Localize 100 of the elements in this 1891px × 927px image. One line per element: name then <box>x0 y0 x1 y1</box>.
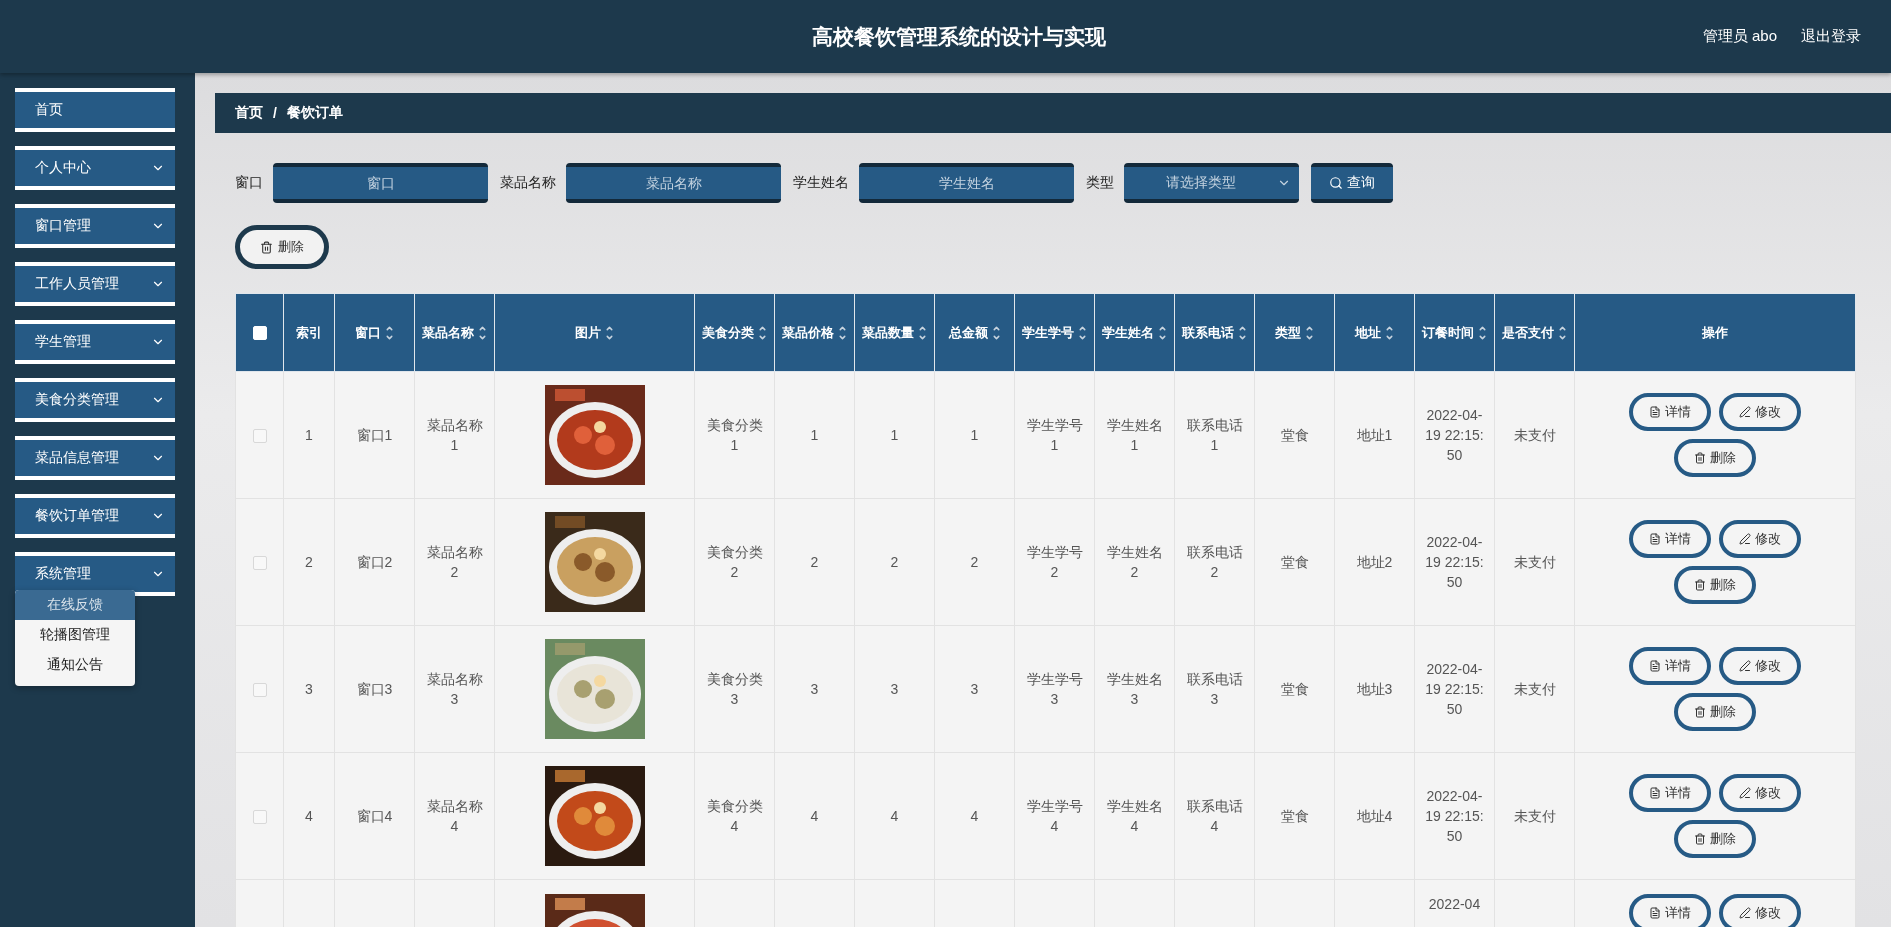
document-icon <box>1649 406 1661 418</box>
table-cell: 窗口1 <box>356 427 393 443</box>
pen-icon <box>1739 660 1751 672</box>
edit-button[interactable]: 修改 <box>1719 393 1801 431</box>
delete-button[interactable]: 删除 <box>235 225 329 269</box>
trash-icon <box>1694 833 1706 845</box>
column-header: 菜品名称 <box>422 323 474 342</box>
column-header: 总金额 <box>948 323 988 342</box>
column-header: 联系电话 <box>1182 323 1234 342</box>
table-cell: 未支付 <box>1513 808 1556 824</box>
breadcrumb-link[interactable]: 首页 <box>235 104 263 122</box>
sidebar-item[interactable]: 工作人员管理 <box>15 262 175 306</box>
pen-icon <box>1739 787 1751 799</box>
table-cell: 学生姓名1 <box>1106 417 1163 453</box>
table-cell: 3 <box>810 681 819 697</box>
table-cell: 学生姓名2 <box>1106 544 1163 580</box>
table-cell: 学生学号2 <box>1026 544 1083 580</box>
column-header: 是否支付 <box>1502 323 1554 342</box>
delete-button[interactable]: 删除 <box>1674 693 1756 731</box>
search-button[interactable]: 查询 <box>1311 163 1393 203</box>
column-header: 操作 <box>1702 323 1728 342</box>
row-checkbox[interactable] <box>252 683 267 698</box>
logout-link[interactable]: 退出登录 <box>1801 27 1861 46</box>
table-cell: 美食分类4 <box>706 798 763 834</box>
sidebar-item[interactable]: 系统管理 <box>15 552 175 596</box>
column-header: 类型 <box>1275 323 1301 342</box>
table-cell: 堂食 <box>1280 808 1309 824</box>
edit-button[interactable]: 修改 <box>1719 520 1801 558</box>
type-select[interactable]: 请选择类型 <box>1124 163 1299 203</box>
submenu-item[interactable]: 在线反馈 <box>15 590 135 620</box>
table-cell: 2 <box>970 554 979 570</box>
table-cell: 菜品名称4 <box>426 798 483 834</box>
sidebar-item[interactable]: 学生管理 <box>15 320 175 364</box>
column-header: 美食分类 <box>702 323 754 342</box>
table-cell: 菜品名称1 <box>426 417 483 453</box>
pen-icon <box>1739 907 1751 919</box>
delete-button[interactable]: 删除 <box>1674 439 1756 477</box>
app-title: 高校餐饮管理系统的设计与实现 <box>811 23 1108 50</box>
select-all-checkbox[interactable] <box>252 326 267 341</box>
table-cell: 地址1 <box>1356 427 1393 443</box>
submenu-item[interactable]: 通知公告 <box>15 650 135 680</box>
sidebar-item[interactable]: 窗口管理 <box>15 204 175 248</box>
table-cell: 学生学号4 <box>1026 798 1083 834</box>
trash-icon <box>1694 579 1706 591</box>
table-cell: 1 <box>305 427 313 443</box>
user-label: 管理员 abo <box>1702 27 1777 46</box>
breadcrumb-link[interactable]: 餐饮订单 <box>286 104 343 122</box>
filter-field[interactable]: 窗口 <box>273 163 488 203</box>
sidebar-item[interactable]: 餐饮订单管理 <box>15 494 175 538</box>
column-header: 菜品数量 <box>862 323 914 342</box>
table-cell: 未支付 <box>1513 554 1556 570</box>
table-cell: 地址2 <box>1356 554 1393 570</box>
row-checkbox[interactable] <box>252 556 267 571</box>
filter-field[interactable]: 学生姓名 <box>859 163 1074 203</box>
sidebar-item[interactable]: 首页 <box>15 88 175 132</box>
table-cell: 4 <box>305 808 313 824</box>
column-header: 索引 <box>296 323 322 342</box>
sidebar-item[interactable]: 个人中心 <box>15 146 175 190</box>
table-cell: 2022-04-19 22:15:50 <box>1425 534 1484 590</box>
column-header: 菜品价格 <box>782 323 834 342</box>
table-cell: 联系电话3 <box>1186 671 1243 707</box>
table-cell: 地址3 <box>1356 681 1393 697</box>
edit-button[interactable]: 修改 <box>1719 647 1801 685</box>
table-cell: 堂食 <box>1280 554 1309 570</box>
table-cell: 2022-04-19 22:15:50 <box>1425 788 1484 844</box>
table-cell: 窗口2 <box>356 554 393 570</box>
row-checkbox[interactable] <box>252 429 267 444</box>
trash-icon <box>260 240 273 254</box>
trash-icon <box>1694 706 1706 718</box>
row-checkbox[interactable] <box>252 810 267 825</box>
search-icon <box>1329 176 1343 190</box>
table-cell: 3 <box>970 681 979 697</box>
table-cell: 地址4 <box>1356 808 1393 824</box>
column-header: 订餐时间 <box>1422 323 1474 342</box>
delete-button[interactable]: 删除 <box>1674 566 1756 604</box>
delete-button[interactable]: 删除 <box>1674 820 1756 858</box>
breadcrumb-separator: / <box>273 105 277 121</box>
sidebar-item[interactable]: 美食分类管理 <box>15 378 175 422</box>
filter-field[interactable]: 菜品名称 <box>566 163 781 203</box>
table-cell: 堂食 <box>1280 681 1309 697</box>
sidebar-item[interactable]: 菜品信息管理 <box>15 436 175 480</box>
detail-button[interactable]: 详情 <box>1629 393 1711 431</box>
table-cell: 1 <box>810 427 819 443</box>
table-cell: 联系电话2 <box>1186 544 1243 580</box>
detail-button[interactable]: 详情 <box>1629 520 1711 558</box>
document-icon <box>1649 907 1661 919</box>
column-header: 地址 <box>1355 323 1381 342</box>
table-cell: 学生姓名3 <box>1106 671 1163 707</box>
table-cell: 3 <box>890 681 899 697</box>
table-cell: 菜品名称3 <box>426 671 483 707</box>
table-cell: 菜品名称2 <box>426 544 483 580</box>
table-cell: 1 <box>970 427 979 443</box>
column-header: 窗口 <box>355 323 381 342</box>
edit-button[interactable]: 修改 <box>1719 894 1801 927</box>
detail-button[interactable]: 详情 <box>1629 894 1711 927</box>
submenu-item[interactable]: 轮播图管理 <box>15 620 135 650</box>
table-cell: 窗口3 <box>356 681 393 697</box>
edit-button[interactable]: 修改 <box>1719 774 1801 812</box>
detail-button[interactable]: 详情 <box>1629 774 1711 812</box>
detail-button[interactable]: 详情 <box>1629 647 1711 685</box>
